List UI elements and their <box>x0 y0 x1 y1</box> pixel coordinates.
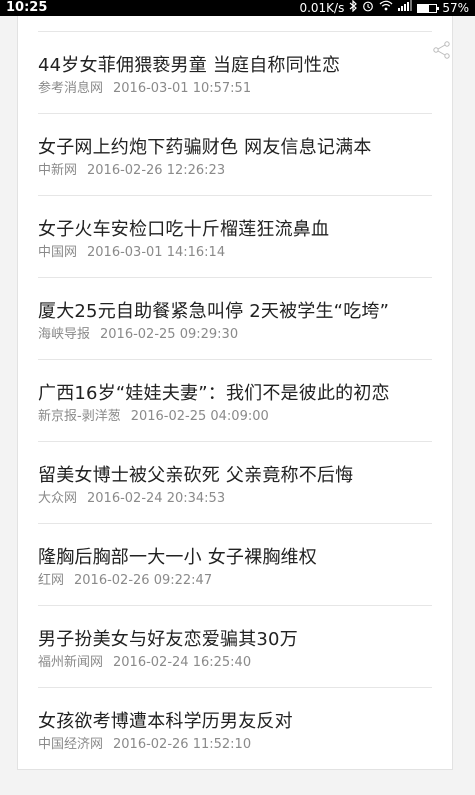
news-title: 女孩欲考博遭本科学历男友反对 <box>38 711 293 732</box>
alarm-icon <box>362 0 374 17</box>
news-meta: 海峡导报 2016-02-25 09:29:30 <box>38 323 238 342</box>
news-meta: 中国网 2016-03-01 14:16:14 <box>38 241 225 260</box>
news-time: 2016-02-26 09:22:47 <box>74 573 213 588</box>
news-meta: 中新网 2016-02-26 12:26:23 <box>38 159 225 178</box>
news-title: 隆胸后胸部一大一小 女子裸胸维权 <box>38 547 317 568</box>
news-item[interactable]: 女子网上约炮下药骗财色 网友信息记满本 中新网 2016-02-26 12:26:… <box>18 114 452 196</box>
signal-icon <box>398 0 413 16</box>
status-right: 0.01K/s 57% <box>299 0 469 17</box>
news-item[interactable]: 隆胸后胸部一大一小 女子裸胸维权 红网 2016-02-26 09:22:47 <box>18 524 452 606</box>
news-source: 中国网 <box>38 245 78 260</box>
news-source: 新京报-剥洋葱 <box>38 409 121 424</box>
news-item[interactable]: 男子扮美女与好友恋爱骗其30万 福州新闻网 2016-02-24 16:25:40 <box>18 606 452 688</box>
news-meta: 新京报-剥洋葱 2016-02-25 04:09:00 <box>38 405 269 424</box>
news-title: 留美女博士被父亲砍死 父亲竟称不后悔 <box>38 465 354 486</box>
news-item[interactable]: 女子火车安检口吃十斤榴莲狂流鼻血 中国网 2016-03-01 14:16:14 <box>18 196 452 278</box>
news-item[interactable]: 44岁女菲佣猥亵男童 当庭自称同性恋 参考消息网 2016-03-01 10:57… <box>18 32 452 114</box>
news-item[interactable]: 女孩欲考博遭本科学历男友反对 中国经济网 2016-02-26 11:52:10 <box>18 688 452 770</box>
news-source: 海峡导报 <box>38 327 91 342</box>
news-time: 2016-02-24 16:25:40 <box>113 655 252 670</box>
news-meta: 参考消息网 2016-03-01 10:57:51 <box>38 77 251 96</box>
news-meta: 中国经济网 2016-02-26 11:52:10 <box>38 733 251 752</box>
news-item[interactable]: 广西16岁“娃娃夫妻”：我们不是彼此的初恋 新京报-剥洋葱 2016-02-25 … <box>18 360 452 442</box>
news-title: 女子火车安检口吃十斤榴莲狂流鼻血 <box>38 219 330 240</box>
news-time: 2016-02-25 09:29:30 <box>100 327 239 342</box>
news-source: 福州新闻网 <box>38 655 104 670</box>
news-time: 2016-02-25 04:09:00 <box>130 409 269 424</box>
news-meta: 红网 2016-02-26 09:22:47 <box>38 569 212 588</box>
news-title: 厦大25元自助餐紧急叫停 2天被学生“吃垮” <box>38 301 390 322</box>
news-source: 大众网 <box>38 491 78 506</box>
news-title: 男子扮美女与好友恋爱骗其30万 <box>38 629 298 650</box>
news-source: 参考消息网 <box>38 81 104 96</box>
news-time: 2016-02-26 11:52:10 <box>113 737 252 752</box>
news-meta: 大众网 2016-02-24 20:34:53 <box>38 487 225 506</box>
wifi-icon <box>379 0 393 16</box>
news-title: 44岁女菲佣猥亵男童 当庭自称同性恋 <box>38 55 341 76</box>
news-source: 中国经济网 <box>38 737 104 752</box>
battery-icon <box>417 3 440 13</box>
news-source: 中新网 <box>38 163 78 178</box>
news-list: 44岁女菲佣猥亵男童 当庭自称同性恋 参考消息网 2016-03-01 10:57… <box>18 32 452 770</box>
news-time: 2016-02-24 20:34:53 <box>87 491 226 506</box>
news-title: 女子网上约炮下药骗财色 网友信息记满本 <box>38 137 372 158</box>
battery-percent: 57% <box>442 1 469 15</box>
news-meta: 福州新闻网 2016-02-24 16:25:40 <box>38 651 251 670</box>
news-time: 2016-03-01 10:57:51 <box>113 81 252 96</box>
status-time: 10:25 <box>6 0 48 15</box>
status-bar: 10:25 0.01K/s 57% <box>0 0 475 16</box>
news-title: 广西16岁“娃娃夫妻”：我们不是彼此的初恋 <box>38 383 390 404</box>
news-source: 红网 <box>38 573 65 588</box>
news-item[interactable]: 厦大25元自助餐紧急叫停 2天被学生“吃垮” 海峡导报 2016-02-25 09… <box>18 278 452 360</box>
network-speed: 0.01K/s <box>299 1 345 15</box>
news-time: 2016-03-01 14:16:14 <box>87 245 226 260</box>
news-card: 44岁女菲佣猥亵男童 当庭自称同性恋 参考消息网 2016-03-01 10:57… <box>17 16 453 770</box>
news-item[interactable]: 留美女博士被父亲砍死 父亲竟称不后悔 大众网 2016-02-24 20:34:5… <box>18 442 452 524</box>
bluetooth-icon <box>349 0 358 17</box>
news-time: 2016-02-26 12:26:23 <box>87 163 226 178</box>
